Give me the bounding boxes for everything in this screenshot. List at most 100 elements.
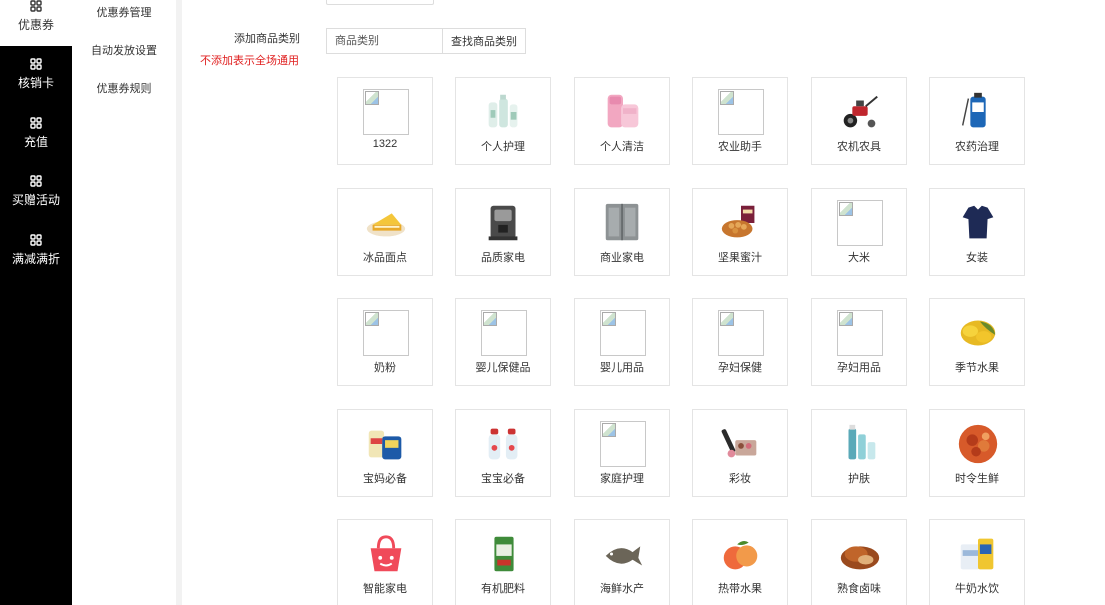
grid-icon	[30, 175, 42, 187]
peaches-icon	[718, 531, 764, 577]
category-name: 奶粉	[374, 362, 396, 374]
nuts-bowl-icon	[718, 200, 764, 246]
category-name: 女装	[966, 252, 988, 264]
category-card[interactable]: 奶粉	[337, 298, 433, 386]
broken-image-icon	[363, 310, 409, 356]
category-name: 熟食卤味	[837, 583, 881, 595]
category-name: 热带水果	[718, 583, 762, 595]
category-name: 坚果蜜汁	[718, 252, 762, 264]
category-card[interactable]: 家庭护理	[574, 409, 670, 497]
category-card[interactable]: 女装	[929, 188, 1025, 276]
category-card[interactable]: 品质家电	[455, 188, 551, 276]
add-category-label: 添加商品类别	[234, 33, 300, 45]
shopping-bag-icon	[363, 531, 409, 577]
category-card[interactable]: 季节水果	[929, 298, 1025, 386]
category-name: 商业家电	[600, 252, 644, 264]
category-card[interactable]: 婴儿用品	[574, 298, 670, 386]
category-name: 农业助手	[718, 141, 762, 153]
category-name: 牛奶水饮	[955, 583, 999, 595]
crayfish-icon	[955, 421, 1001, 467]
category-search-input[interactable]	[326, 28, 442, 54]
category-card[interactable]: 彩妆	[692, 409, 788, 497]
makeup-set-icon	[718, 421, 764, 467]
lotion-bottles-icon	[481, 89, 527, 135]
category-name: 宝宝必备	[481, 473, 525, 485]
category-name: 海鲜水产	[600, 583, 644, 595]
category-card[interactable]: 农机农具	[811, 77, 907, 165]
previous-field-edge	[326, 0, 434, 5]
category-card[interactable]: 有机肥料	[455, 519, 551, 605]
category-card[interactable]: 大米	[811, 188, 907, 276]
category-card[interactable]: 孕妇保健	[692, 298, 788, 386]
category-card[interactable]: 坚果蜜汁	[692, 188, 788, 276]
search-category-button[interactable]: 查找商品类别	[442, 28, 526, 54]
category-name: 农机农具	[837, 141, 881, 153]
category-card[interactable]: 时令生鲜	[929, 409, 1025, 497]
sub-sidebar: 优惠券管理 自动发放设置 优惠券规则	[72, 0, 176, 605]
category-card[interactable]: 宝宝必备	[455, 409, 551, 497]
commercial-fridge-icon	[600, 200, 646, 246]
category-card[interactable]: 农业助手	[692, 77, 788, 165]
broken-image-icon	[481, 310, 527, 356]
category-name: 孕妇用品	[837, 362, 881, 374]
nav-item-gift-promo[interactable]: 买赠活动	[0, 175, 72, 208]
category-card[interactable]: 个人清洁	[574, 77, 670, 165]
grid-icon	[30, 117, 42, 129]
broken-image-icon	[718, 89, 764, 135]
milk-box-icon	[955, 531, 1001, 577]
durian-icon	[955, 310, 1001, 356]
category-card[interactable]: 农药治理	[929, 77, 1025, 165]
category-name: 个人清洁	[600, 141, 644, 153]
nav-item-verify-card[interactable]: 核销卡	[0, 58, 72, 91]
coffee-machine-icon	[481, 200, 527, 246]
category-card[interactable]: 商业家电	[574, 188, 670, 276]
blouse-icon	[955, 200, 1001, 246]
fertilizer-bag-icon	[481, 531, 527, 577]
broken-image-icon	[837, 200, 883, 246]
nav-item-recharge[interactable]: 充值	[0, 117, 72, 150]
broken-image-icon	[600, 421, 646, 467]
grid-icon	[30, 0, 42, 12]
category-name: 个人护理	[481, 141, 525, 153]
pink-towels-icon	[600, 89, 646, 135]
category-name: 护肤	[848, 473, 870, 485]
subnav-auto-issue[interactable]: 自动发放设置	[72, 42, 176, 58]
skincare-bottles-icon	[837, 421, 883, 467]
category-card[interactable]: 牛奶水饮	[929, 519, 1025, 605]
category-card[interactable]: 婴儿保健品	[455, 298, 551, 386]
category-name: 品质家电	[481, 252, 525, 264]
category-card[interactable]: 孕妇用品	[811, 298, 907, 386]
broken-image-icon	[837, 310, 883, 356]
category-name: 婴儿用品	[600, 362, 644, 374]
category-card[interactable]: 智能家电	[337, 519, 433, 605]
main-content: 添加商品类别 不添加表示全场通用 查找商品类别 1322 个人护理 个人清洁 农业助手…	[182, 0, 1105, 605]
category-card[interactable]: 护肤	[811, 409, 907, 497]
category-name: 农药治理	[955, 141, 999, 153]
category-name: 大米	[848, 252, 870, 264]
category-name: 季节水果	[955, 362, 999, 374]
category-name: 孕妇保健	[718, 362, 762, 374]
category-name: 家庭护理	[600, 473, 644, 485]
subnav-coupon-rules[interactable]: 优惠券规则	[72, 80, 176, 96]
category-card[interactable]: 个人护理	[455, 77, 551, 165]
category-name: 彩妆	[729, 473, 751, 485]
category-card[interactable]: 冰品面点	[337, 188, 433, 276]
category-card[interactable]: 热带水果	[692, 519, 788, 605]
fish-icon	[600, 531, 646, 577]
tiller-machine-icon	[837, 89, 883, 135]
category-card[interactable]: 1322	[337, 77, 433, 165]
broken-image-icon	[718, 310, 764, 356]
category-name: 时令生鲜	[955, 473, 999, 485]
broken-image-icon	[363, 89, 409, 135]
formula-cans-icon	[363, 421, 409, 467]
category-card[interactable]: 宝妈必备	[337, 409, 433, 497]
scope-note: 不添加表示全场通用	[200, 55, 299, 67]
subnav-coupon-manage[interactable]: 优惠券管理	[72, 4, 176, 20]
category-card[interactable]: 海鲜水产	[574, 519, 670, 605]
category-card[interactable]: 熟食卤味	[811, 519, 907, 605]
category-name: 有机肥料	[481, 583, 525, 595]
nav-item-label: 满减满折	[11, 252, 60, 266]
main-sidebar: 优惠券 核销卡 充值 买赠活动 满减满折	[0, 0, 72, 605]
nav-item-discount[interactable]: 满减满折	[0, 234, 72, 267]
nav-item-coupon[interactable]: 优惠券	[0, 0, 72, 46]
